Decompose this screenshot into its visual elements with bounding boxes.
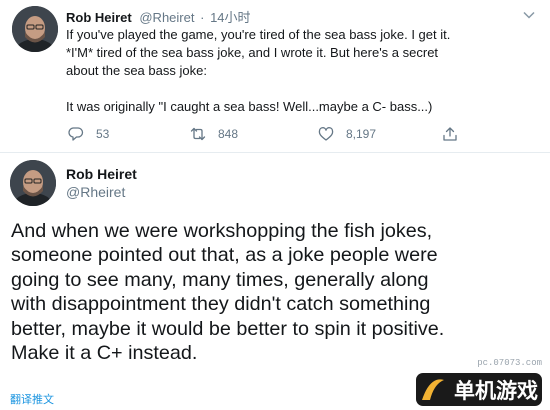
reply-button[interactable]: 53 — [68, 124, 109, 144]
reply-count: 53 — [96, 127, 110, 141]
avatar[interactable] — [12, 6, 58, 52]
tweet-line: with disappointment they didn't catch so… — [11, 293, 431, 316]
tweet-line: Make it a C+ instead. — [11, 342, 198, 365]
author-handle[interactable]: @Rheiret — [139, 10, 194, 25]
watermark-url: pc.07073.com — [477, 358, 542, 368]
tweet-actions: 53 848 8,197 — [66, 124, 536, 144]
tweet-line: And when we were workshopping the fish j… — [11, 220, 433, 242]
tweet-line: going to see many, many times, generally… — [11, 268, 429, 291]
avatar-photo — [10, 160, 56, 206]
retweet-button[interactable]: 848 — [190, 124, 238, 144]
tweet-paragraph: If you've played the game, you're tired … — [66, 27, 451, 78]
svg-text:单机游戏: 单机游戏 — [454, 379, 538, 403]
divider — [0, 152, 550, 153]
avatar-photo — [12, 6, 58, 52]
share-icon — [443, 127, 457, 141]
retweet-icon — [190, 127, 206, 141]
avatar[interactable] — [10, 160, 56, 206]
author-handle[interactable]: @Rheiret — [66, 184, 125, 200]
tweet-paragraph: It was originally "I caught a sea bass! … — [66, 99, 433, 114]
author-name[interactable]: Rob Heiret — [66, 166, 137, 182]
tweet-header: Rob Heiret @Rheiret · 14小时 — [66, 7, 251, 26]
tweet-text: And when we were workshopping the fish j… — [11, 219, 541, 365]
share-button[interactable] — [442, 124, 470, 144]
reply-icon — [68, 127, 84, 141]
tweet-line: someone pointed out that, as a joke peop… — [11, 244, 438, 267]
like-icon — [318, 127, 334, 141]
retweet-count: 848 — [218, 127, 239, 141]
author-name[interactable]: Rob Heiret — [66, 10, 132, 25]
watermark-logo: 单机游戏 — [416, 373, 542, 406]
like-button[interactable]: 8,197 — [318, 124, 376, 144]
tweet-line: better, maybe it would be better to spin… — [11, 317, 445, 340]
timestamp[interactable]: 14小时 — [210, 10, 250, 25]
tweet-text: If you've played the game, you're tired … — [66, 26, 536, 116]
translate-tweet-link[interactable]: 翻译推文 — [10, 391, 54, 407]
separator: · — [200, 10, 205, 25]
tweet-1[interactable]: Rob Heiret @Rheiret · 14小时 If you've pla… — [0, 0, 550, 152]
like-count: 8,197 — [346, 127, 377, 141]
caret-down-icon[interactable] — [522, 8, 536, 22]
